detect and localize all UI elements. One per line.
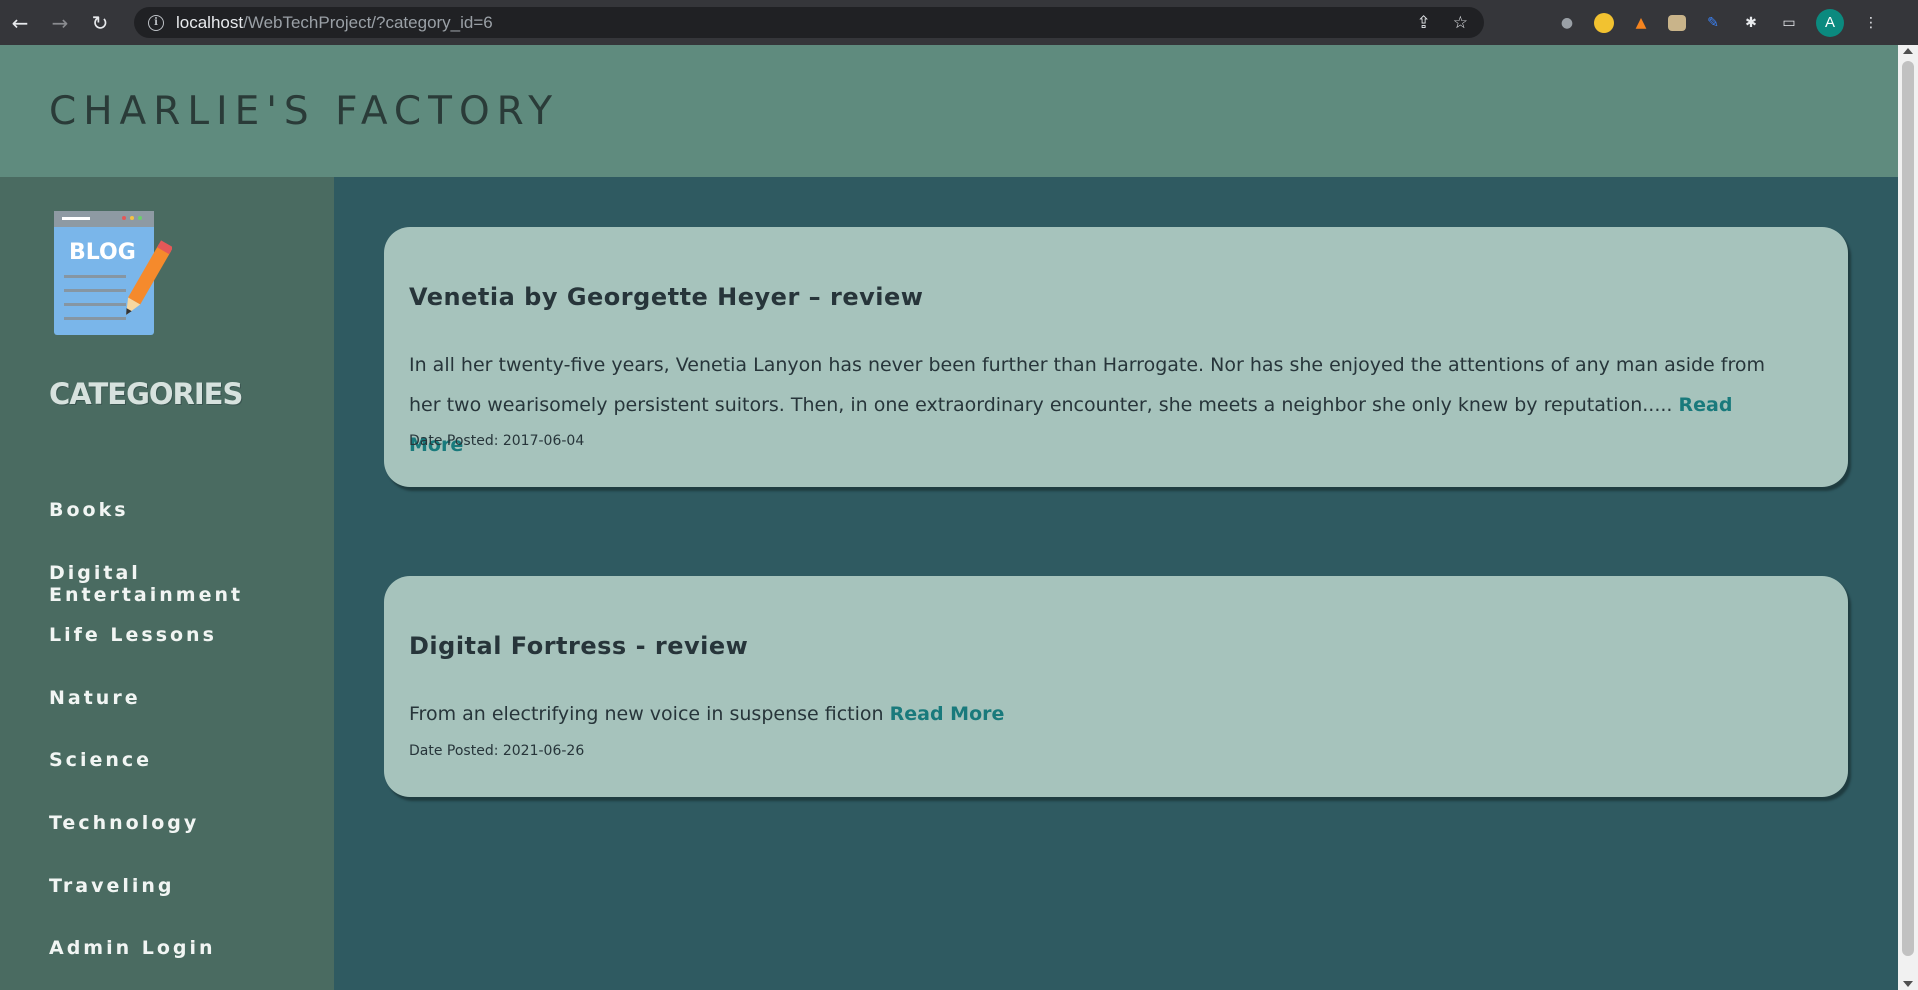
site-title: CHARLIE'S FACTORY: [49, 89, 560, 134]
category-link-life-lessons[interactable]: Life Lessons: [49, 624, 217, 646]
extension-metamask-icon[interactable]: ▲: [1630, 12, 1652, 34]
cast-icon[interactable]: ▭: [1778, 12, 1800, 34]
admin-login-link[interactable]: Admin Login: [49, 937, 216, 959]
posts-area: Venetia by Georgette Heyer – review In a…: [334, 177, 1898, 990]
category-link-science[interactable]: Science: [49, 749, 152, 771]
scroll-down-arrow-icon[interactable]: [1903, 981, 1913, 987]
category-link-traveling[interactable]: Traveling: [49, 875, 175, 897]
categories-heading: CATEGORIES: [49, 377, 243, 411]
category-link-nature[interactable]: Nature: [49, 687, 141, 709]
browser-menu-icon[interactable]: ⋮: [1860, 12, 1882, 34]
omnibox-actions: ⇪ ☆: [1417, 7, 1469, 38]
category-link-technology[interactable]: Technology: [49, 812, 199, 834]
reload-icon: ↻: [91, 10, 109, 35]
read-more-link[interactable]: Read More: [890, 703, 1005, 725]
post-date: Date Posted: 2021-06-26: [409, 743, 585, 759]
bookmark-star-icon[interactable]: ☆: [1453, 13, 1468, 33]
browser-toolbar: ← → ↻ i localhost/WebTechProject/?catego…: [0, 0, 1918, 45]
reload-button[interactable]: ↻: [80, 0, 120, 45]
extension-pen-icon[interactable]: ✎: [1702, 12, 1724, 34]
url-path: /WebTechProject/?category_id=6: [243, 12, 493, 32]
category-item: Digital Entertainment: [49, 562, 334, 625]
category-item: Technology: [49, 812, 334, 875]
forward-button[interactable]: →: [40, 0, 80, 45]
extension-tab-icon[interactable]: [1668, 14, 1686, 31]
extension-bug-icon[interactable]: ●: [1556, 12, 1578, 34]
category-item: Traveling: [49, 875, 334, 938]
scroll-up-arrow-icon[interactable]: [1903, 48, 1913, 54]
extensions-puzzle-icon[interactable]: ✱: [1740, 12, 1762, 34]
category-item: Life Lessons: [49, 624, 334, 687]
post-date: Date Posted: 2017-06-04: [409, 433, 585, 449]
address-bar[interactable]: i localhost/WebTechProject/?category_id=…: [134, 7, 1484, 38]
post-excerpt-text: In all her twenty-five years, Venetia La…: [409, 354, 1765, 416]
page: CHARLIE'S FACTORY BLOG CATEGORIES Books: [0, 45, 1898, 990]
category-item: Books: [49, 499, 334, 562]
extension-chrome-icon[interactable]: [1594, 12, 1614, 33]
back-button[interactable]: ←: [0, 0, 40, 45]
post-excerpt: In all her twenty-five years, Venetia La…: [409, 345, 1788, 465]
category-link-digital-entertainment[interactable]: Digital Entertainment: [49, 562, 243, 606]
post-title[interactable]: Digital Fortress - review: [409, 632, 748, 660]
scrollbar-thumb[interactable]: [1902, 61, 1914, 956]
site-info-icon[interactable]: i: [148, 14, 164, 31]
post-card: Digital Fortress - review From an electr…: [384, 576, 1848, 797]
sidebar: BLOG CATEGORIES Books Digital Entertainm…: [0, 177, 334, 990]
blog-logo-icon: BLOG: [54, 211, 172, 335]
site-header: CHARLIE'S FACTORY: [0, 45, 1898, 177]
post-excerpt: From an electrifying new voice in suspen…: [409, 694, 1788, 734]
forward-arrow-icon: →: [51, 10, 69, 35]
category-list: Books Digital Entertainment Life Lessons…: [49, 499, 334, 990]
extensions-bar: ● ▲ ✎ ✱ ▭ A ⋮: [1556, 8, 1882, 37]
share-icon[interactable]: ⇪: [1417, 13, 1431, 33]
category-item: Nature: [49, 687, 334, 750]
back-arrow-icon: ←: [11, 10, 29, 35]
category-link-books[interactable]: Books: [49, 499, 129, 521]
page-scrollbar[interactable]: [1898, 45, 1918, 990]
category-item: Science: [49, 749, 334, 812]
post-excerpt-text: From an electrifying new voice in suspen…: [409, 703, 884, 725]
url-host: localhost: [176, 12, 244, 32]
category-item: Admin Login: [49, 937, 334, 990]
svg-text:BLOG: BLOG: [69, 240, 136, 265]
post-card: Venetia by Georgette Heyer – review In a…: [384, 227, 1848, 487]
post-title[interactable]: Venetia by Georgette Heyer – review: [409, 283, 923, 311]
profile-avatar[interactable]: A: [1816, 8, 1844, 37]
